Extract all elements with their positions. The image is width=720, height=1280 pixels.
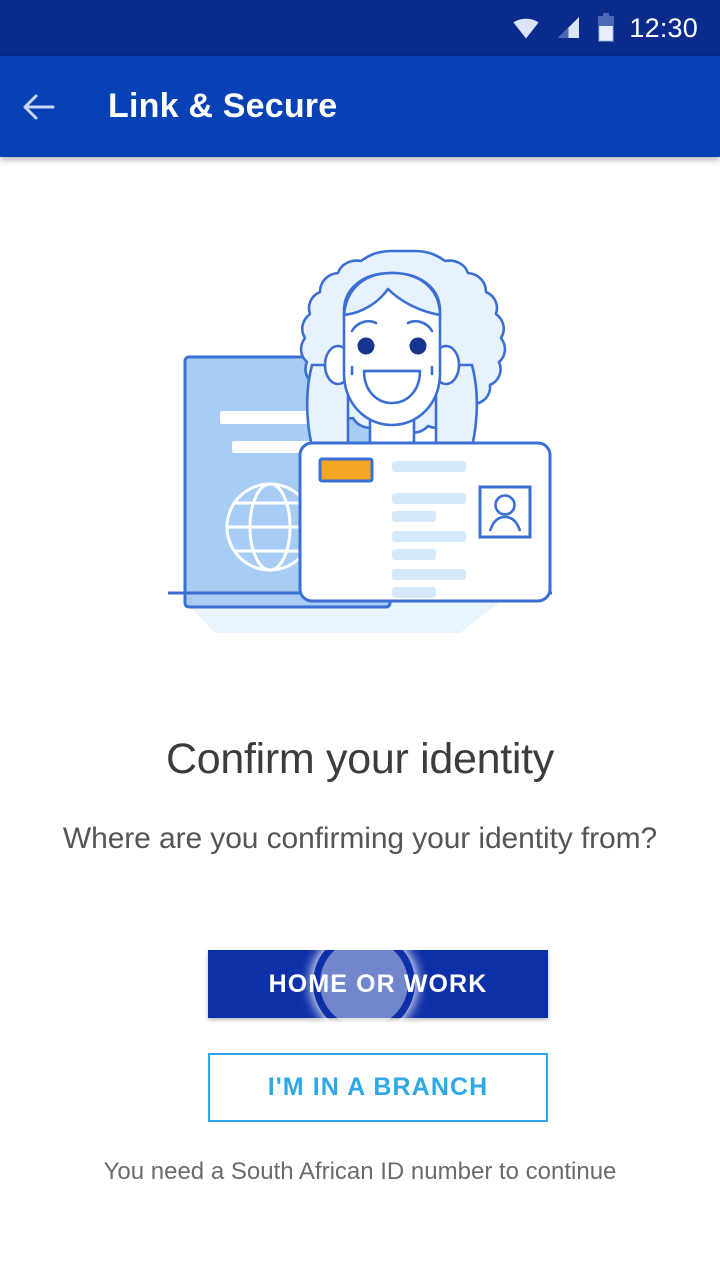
card-orange-badge — [318, 457, 374, 483]
status-bar: 12:30 — [0, 0, 720, 56]
battery-icon — [598, 13, 615, 42]
home-or-work-button[interactable]: HOME OR WORK — [208, 950, 548, 1018]
im-in-a-branch-button[interactable]: I'M IN A BRANCH — [208, 1053, 548, 1122]
phone-screen: 12:30 Link & Secure Confirm your identit… — [0, 0, 720, 1280]
identity-documents-illustration — [168, 249, 552, 633]
id-requirement-note: You need a South African ID number to co… — [103, 1158, 617, 1185]
page-title: Confirm your identity — [165, 735, 554, 783]
im-in-a-branch-button-label: I'M IN A BRANCH — [267, 1073, 489, 1101]
card-photo-icon — [478, 485, 532, 539]
illustration — [0, 195, 720, 675]
back-button[interactable] — [0, 56, 78, 157]
app-bar-title: Link & Secure — [108, 87, 338, 125]
id-card-graphic — [298, 441, 552, 603]
wifi-icon — [513, 18, 539, 39]
app-bar: Link & Secure — [0, 56, 720, 157]
page-subtitle: Where are you confirming your identity f… — [62, 822, 658, 855]
cellular-signal-icon — [558, 17, 580, 38]
home-or-work-button-label: HOME OR WORK — [268, 969, 488, 998]
arrow-left-icon — [23, 94, 55, 119]
status-bar-clock: 12:30 — [629, 12, 698, 43]
